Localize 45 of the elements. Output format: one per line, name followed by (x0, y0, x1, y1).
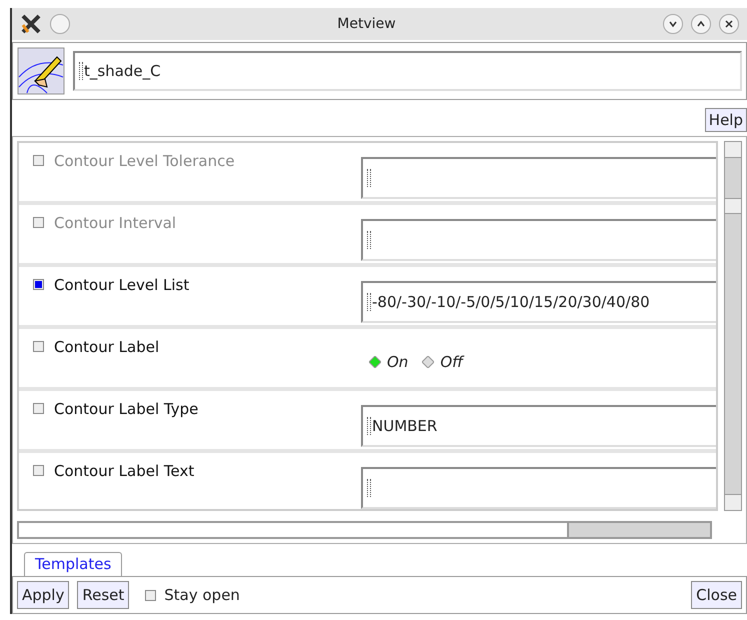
chevron-up-icon (696, 19, 706, 29)
checkbox[interactable] (145, 590, 156, 600)
checkbox[interactable] (33, 465, 44, 476)
parameter-label: Contour Label Type (54, 399, 198, 420)
maximize-button[interactable] (691, 14, 711, 34)
text-cursor-icon (367, 479, 371, 497)
close-button[interactable] (719, 14, 739, 34)
radio-diamond-icon (369, 356, 381, 368)
horizontal-scrollbar[interactable] (17, 521, 712, 539)
parameter-label: Contour Label Text (54, 461, 194, 482)
text-cursor-icon (367, 417, 371, 435)
value-field[interactable]: -80/-30/-10/-5/0/5/10/15/20/30/40/80 (361, 281, 716, 323)
parameter-label: Contour Label (54, 337, 160, 358)
close-window-button[interactable]: Close (691, 581, 742, 609)
reset-button[interactable]: Reset (77, 581, 130, 609)
text-cursor-icon (367, 231, 371, 249)
vertical-scrollbar[interactable] (724, 141, 742, 511)
checkbox[interactable] (33, 341, 44, 352)
menu-button[interactable] (50, 14, 70, 34)
checkbox[interactable] (33, 403, 44, 414)
checkbox[interactable] (33, 279, 44, 290)
text-cursor-icon (367, 169, 371, 187)
parameter-label: Contour Level List (54, 275, 190, 296)
apply-button[interactable]: Apply (17, 581, 70, 609)
value-field[interactable] (361, 157, 716, 199)
parameter-label: Contour Interval (54, 213, 176, 234)
parameter-label: Contour Level Tolerance (54, 151, 235, 172)
text-cursor-icon (79, 62, 83, 80)
radio-diamond-icon (422, 356, 434, 368)
chevron-down-icon (668, 19, 678, 29)
value-field[interactable]: NUMBER (361, 405, 716, 447)
close-icon (724, 19, 734, 29)
stay-open-label: Stay open (164, 584, 240, 606)
value-field[interactable] (361, 467, 716, 509)
help-button[interactable]: Help (704, 108, 747, 132)
text-cursor-icon (367, 293, 371, 311)
x-logo-icon (20, 13, 42, 35)
pencil-contour-icon (17, 47, 65, 95)
templates-tab[interactable]: Templates (24, 552, 122, 576)
radio-option[interactable]: Off (422, 350, 463, 374)
window-title: Metview (336, 14, 397, 34)
radio-option[interactable]: On (369, 350, 408, 374)
minimize-button[interactable] (663, 14, 683, 34)
value-field[interactable] (361, 219, 716, 261)
icon-name-field[interactable]: t_shade_C (73, 51, 742, 91)
